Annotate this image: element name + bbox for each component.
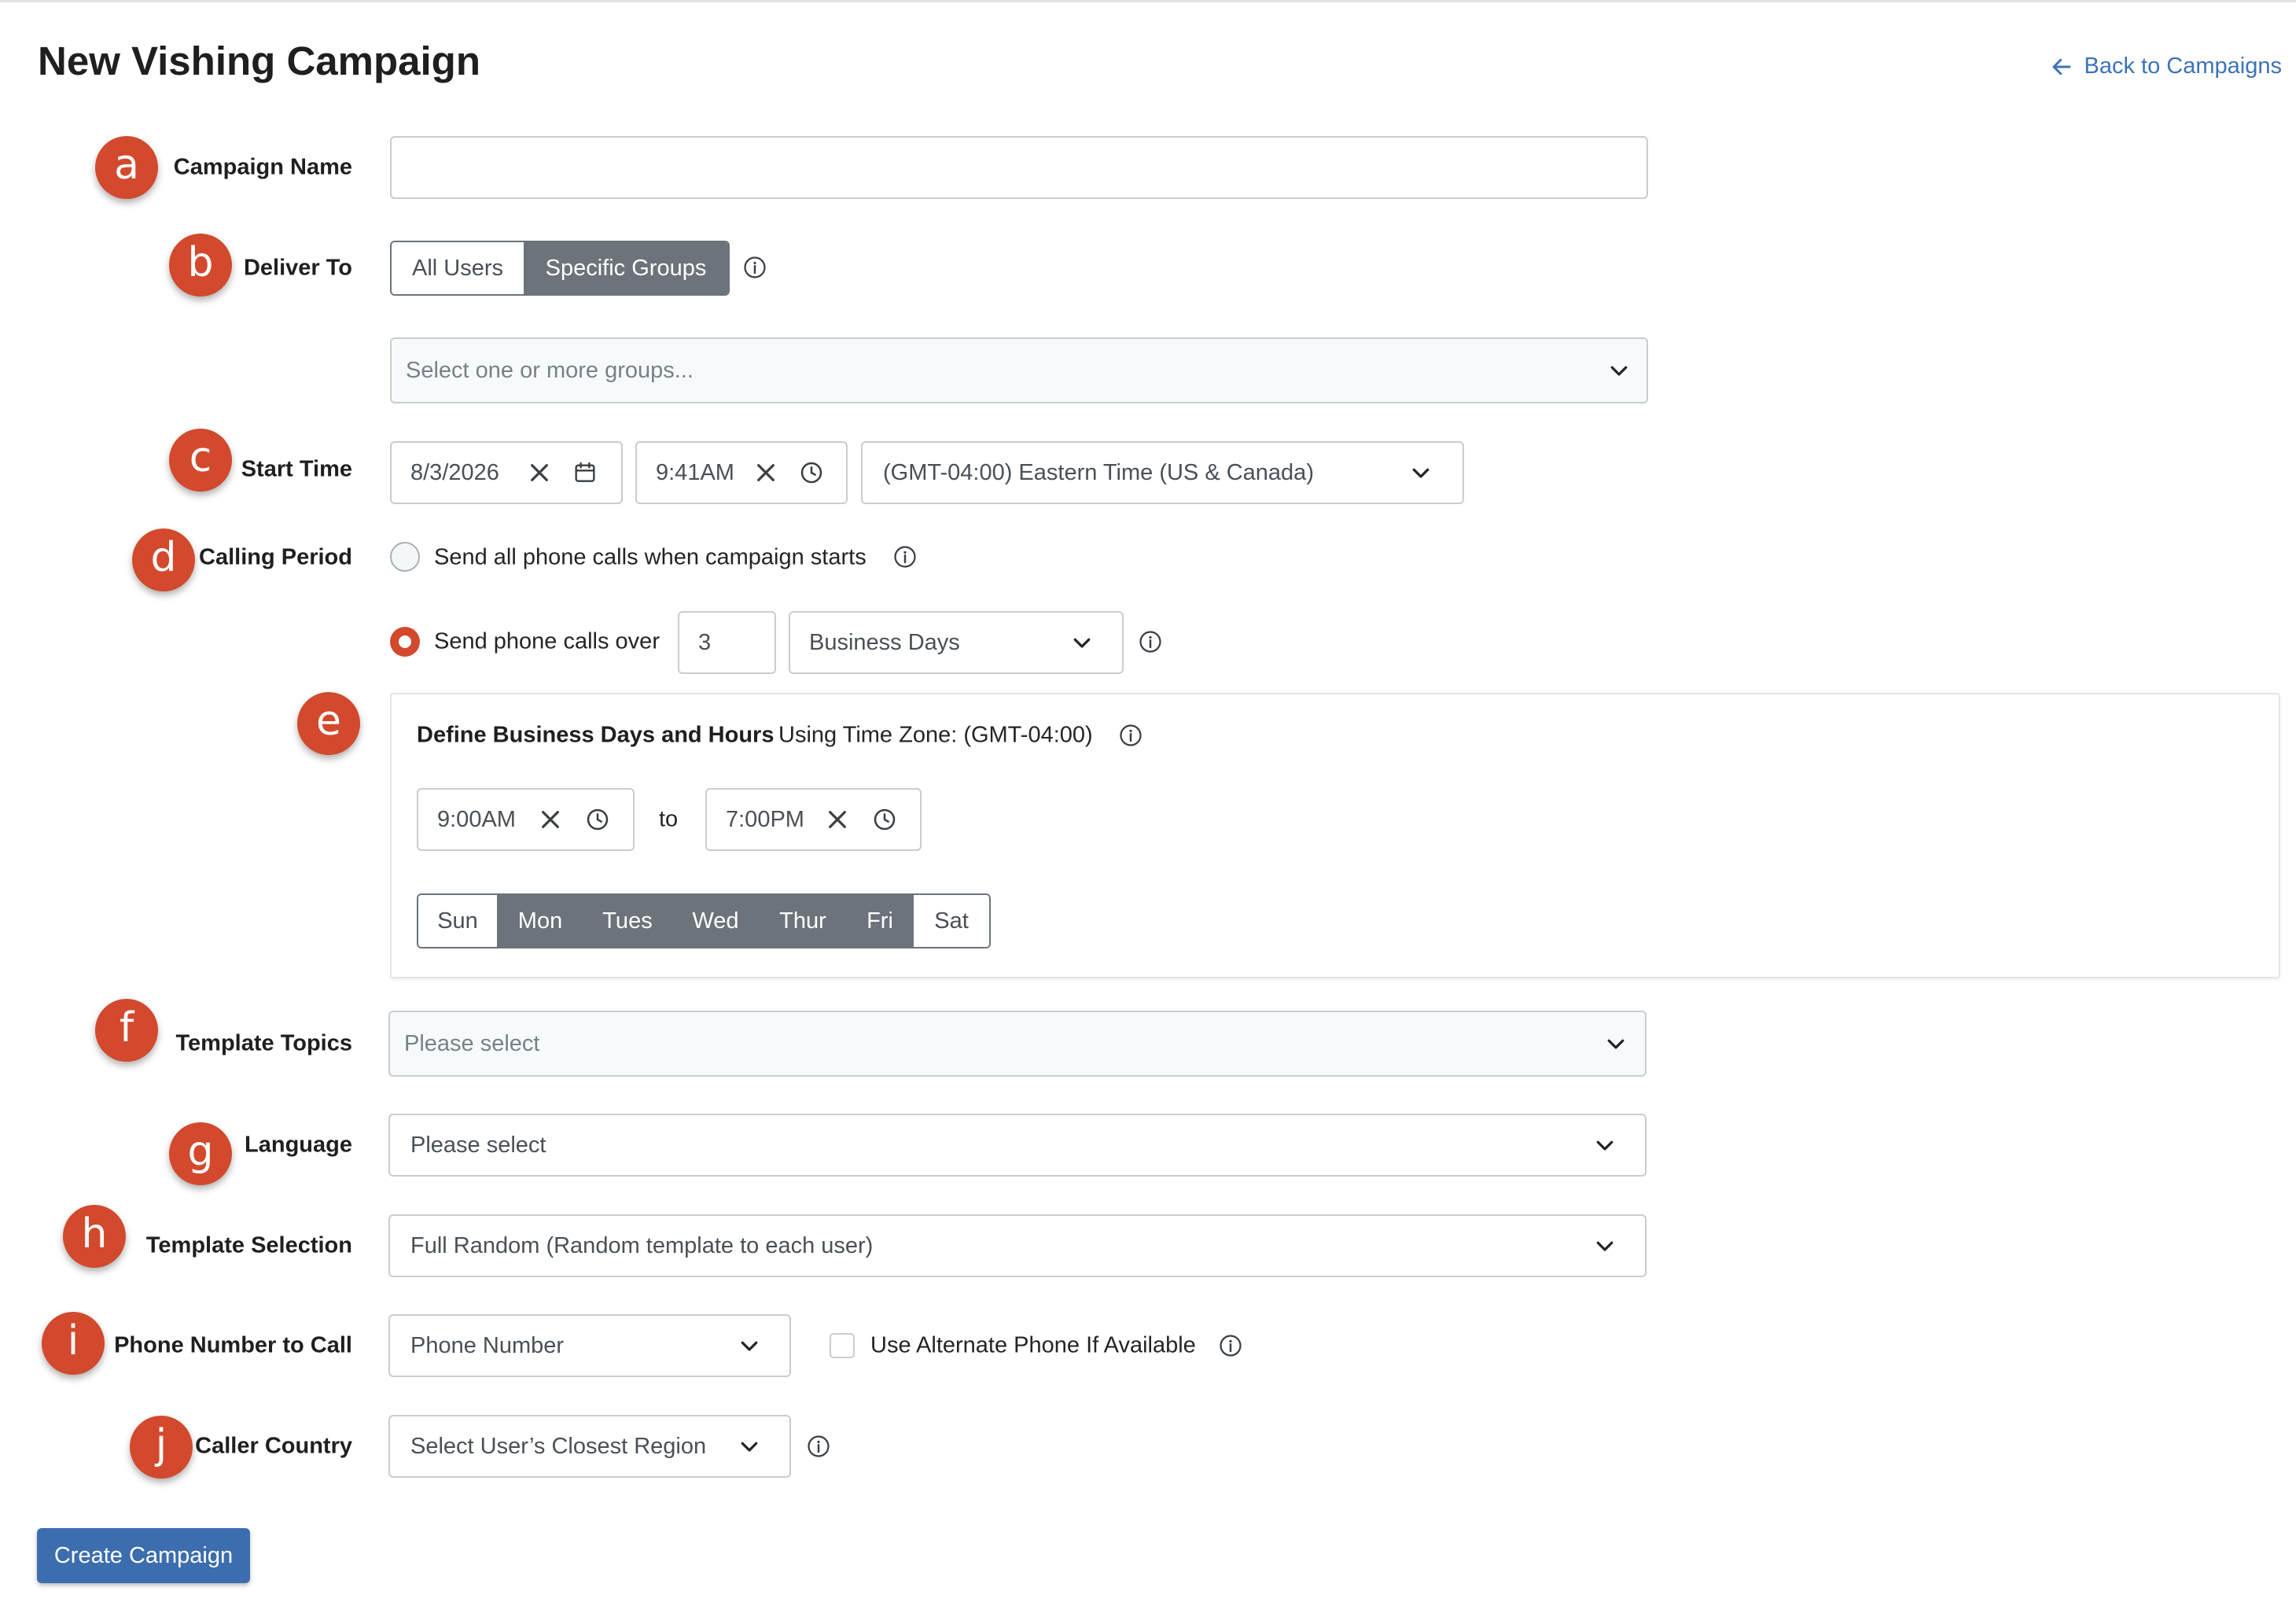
chevron-down-icon: [741, 1341, 758, 1351]
language-placeholder: Please select: [410, 1132, 546, 1158]
clock-icon[interactable]: [799, 460, 824, 485]
template-selection-select[interactable]: Full Random (Random template to each use…: [388, 1214, 1647, 1277]
calendar-icon[interactable]: [572, 460, 598, 485]
annotation-badge-g: g: [169, 1122, 232, 1185]
back-link-label: Back to Campaigns: [2084, 53, 2282, 79]
phone-number-label: Phone Number to Call: [114, 1332, 352, 1358]
business-hours-from-field[interactable]: 9:00AM: [417, 788, 635, 851]
send-over-label: Send phone calls over: [434, 628, 660, 654]
template-selection-value: Full Random (Random template to each use…: [410, 1232, 874, 1258]
phone-number-value: Phone Number: [410, 1332, 565, 1358]
timezone-select[interactable]: (GMT-04:00) Eastern Time (US & Canada): [861, 441, 1464, 504]
business-hours-to-label: to: [659, 806, 679, 832]
alternate-phone-label: Use Alternate Phone If Available: [870, 1332, 1196, 1358]
calling-period-label: Calling Period: [199, 544, 352, 570]
clear-icon[interactable]: [825, 807, 850, 832]
annotation-badge-d: d: [132, 529, 195, 591]
start-time-label: Start Time: [241, 456, 352, 482]
page-title: New Vishing Campaign: [38, 39, 480, 83]
chevron-down-icon: [1412, 468, 1429, 478]
business-hours-from-value: 9:00AM: [437, 806, 516, 832]
day-thur-toggle[interactable]: Thur: [760, 895, 846, 947]
info-icon[interactable]: [743, 256, 767, 279]
business-hours-to-field[interactable]: 7:00PM: [705, 788, 922, 851]
clear-icon[interactable]: [527, 460, 552, 485]
day-sat-toggle[interactable]: Sat: [914, 895, 989, 947]
top-divider: [0, 0, 2296, 2]
info-icon[interactable]: [1219, 1334, 1242, 1357]
send-all-label: Send all phone calls when campaign start…: [434, 544, 867, 570]
groups-select[interactable]: Select one or more groups...: [390, 337, 1648, 403]
send-over-quantity-value: 3: [698, 629, 712, 655]
chevron-down-icon: [1596, 1241, 1613, 1251]
clear-icon[interactable]: [538, 807, 563, 832]
annotation-badge-f: f: [95, 999, 158, 1062]
chevron-down-icon: [1073, 638, 1091, 648]
info-icon[interactable]: [1119, 724, 1142, 747]
business-hours-to-value: 7:00PM: [726, 806, 804, 832]
template-topics-label: Template Topics: [175, 1030, 352, 1056]
start-time-value: 9:41AM: [656, 459, 734, 485]
info-icon[interactable]: [1139, 630, 1162, 654]
chevron-down-icon: [1610, 366, 1628, 376]
day-sun-toggle[interactable]: Sun: [418, 895, 497, 947]
deliver-specific-groups-option[interactable]: Specific Groups: [524, 242, 728, 294]
alternate-phone-checkbox[interactable]: [830, 1333, 855, 1358]
business-days-timezone-note: Using Time Zone: (GMT-04:00): [778, 722, 1093, 748]
annotation-badge-i: i: [42, 1312, 105, 1375]
chevron-down-icon: [741, 1442, 758, 1452]
day-fri-toggle[interactable]: Fri: [846, 895, 914, 947]
day-mon-toggle[interactable]: Mon: [497, 895, 583, 947]
annotation-badge-a: a: [95, 136, 158, 199]
send-over-quantity-input[interactable]: 3: [678, 611, 776, 674]
language-label: Language: [245, 1132, 352, 1158]
start-date-field[interactable]: 8/3/2026: [390, 441, 623, 504]
template-topics-select[interactable]: Please select: [388, 1011, 1647, 1077]
timezone-value: (GMT-04:00) Eastern Time (US & Canada): [883, 459, 1314, 485]
deliver-to-label: Deliver To: [243, 255, 352, 281]
clock-icon[interactable]: [585, 807, 610, 832]
chevron-down-icon: [1607, 1039, 1624, 1049]
deliver-all-users-option[interactable]: All Users: [392, 242, 524, 294]
info-icon[interactable]: [807, 1435, 830, 1458]
caller-country-value: Select User’s Closest Region: [410, 1433, 707, 1459]
start-time-field[interactable]: 9:41AM: [635, 441, 848, 504]
business-days-heading: Define Business Days and Hours: [417, 722, 775, 748]
back-to-campaigns-link[interactable]: Back to Campaigns: [2050, 53, 2282, 79]
annotation-badge-j: j: [130, 1416, 193, 1479]
campaign-name-input[interactable]: [390, 136, 1648, 199]
arrow-left-icon: [2052, 58, 2071, 75]
send-all-radio[interactable]: [390, 542, 420, 572]
chevron-down-icon: [1596, 1140, 1613, 1151]
send-over-unit-value: Business Days: [809, 629, 960, 655]
annotation-badge-h: h: [63, 1205, 126, 1268]
deliver-to-toggle: All Users Specific Groups: [390, 241, 730, 296]
day-tues-toggle[interactable]: Tues: [583, 895, 672, 947]
language-select[interactable]: Please select: [388, 1114, 1647, 1177]
annotation-badge-e: e: [297, 692, 360, 755]
business-days-toggle: Sun Mon Tues Wed Thur Fri Sat: [417, 893, 991, 948]
start-date-value: 8/3/2026: [410, 459, 499, 485]
template-selection-label: Template Selection: [145, 1232, 352, 1258]
groups-select-placeholder: Select one or more groups...: [406, 357, 694, 383]
create-campaign-button[interactable]: Create Campaign: [37, 1528, 250, 1583]
info-icon[interactable]: [893, 545, 917, 569]
annotation-badge-c: c: [169, 429, 232, 492]
template-topics-placeholder: Please select: [404, 1030, 540, 1056]
caller-country-select[interactable]: Select User’s Closest Region: [388, 1415, 791, 1478]
clear-icon[interactable]: [753, 460, 778, 485]
day-wed-toggle[interactable]: Wed: [672, 895, 760, 947]
send-over-radio[interactable]: [390, 627, 420, 657]
campaign-name-label: Campaign Name: [173, 154, 352, 180]
annotation-badge-b: b: [169, 234, 232, 297]
caller-country-label: Caller Country: [195, 1433, 352, 1459]
phone-number-select[interactable]: Phone Number: [388, 1314, 791, 1377]
send-over-unit-select[interactable]: Business Days: [789, 611, 1124, 674]
clock-icon[interactable]: [872, 807, 897, 832]
